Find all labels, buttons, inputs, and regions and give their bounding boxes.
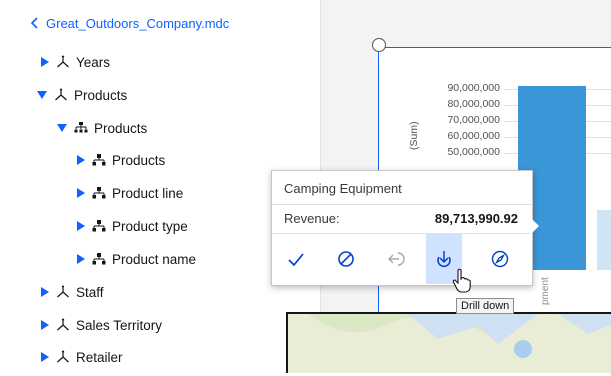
- tree-item-products[interactable]: Products: [36, 85, 127, 105]
- drill-down-tooltip: Drill down: [456, 298, 515, 314]
- map-graphic: [288, 314, 611, 373]
- dimension-icon: [57, 350, 69, 363]
- tree-item-product-name[interactable]: Product name: [76, 249, 196, 269]
- data-point-popover: Camping Equipment Revenue: 89,713,990.92: [271, 170, 539, 286]
- level-icon: [92, 187, 106, 199]
- popover-pointer: [530, 217, 539, 235]
- tree-item-label: Product type: [112, 218, 188, 234]
- tree-item-label: Retailer: [76, 349, 123, 365]
- y-tick-label: 80,000,000: [447, 98, 500, 110]
- keep-only-button[interactable]: [278, 234, 314, 284]
- tree-item-retailer[interactable]: Retailer: [40, 347, 123, 367]
- drill-up-button[interactable]: [378, 234, 414, 284]
- navigate-button[interactable]: [482, 234, 518, 284]
- exclude-icon: [338, 251, 354, 267]
- caret-right-icon[interactable]: [40, 286, 50, 298]
- popover-measure-value: 89,713,990.92: [434, 211, 518, 226]
- caret-down-icon[interactable]: [56, 123, 68, 133]
- tree-item-label: Years: [76, 54, 111, 70]
- y-tick-label: 50,000,000: [447, 146, 500, 158]
- drill-down-icon: [437, 251, 451, 267]
- caret-right-icon[interactable]: [76, 154, 86, 166]
- check-icon: [288, 253, 304, 267]
- dimension-icon: [55, 88, 67, 101]
- caret-right-icon[interactable]: [76, 220, 86, 232]
- resize-handle[interactable]: [372, 38, 386, 52]
- dimension-icon: [57, 318, 69, 331]
- y-axis-label: (Sum): [408, 121, 420, 150]
- tree-item-label: Product line: [112, 185, 184, 201]
- tree-item-label: Product name: [112, 251, 197, 267]
- popover-measure-label: Revenue:: [284, 211, 340, 226]
- tree-item-label: Sales Territory: [76, 317, 163, 333]
- caret-right-icon[interactable]: [76, 253, 86, 265]
- tree-item-years[interactable]: Years: [40, 52, 110, 72]
- back-to-source-link[interactable]: Great_Outdoors_Company.mdc: [28, 14, 229, 32]
- x-category-label: pment: [540, 277, 551, 305]
- y-tick-label: 60,000,000: [447, 130, 500, 142]
- y-tick-label: 70,000,000: [447, 114, 500, 126]
- tree-item-label: Staff: [76, 284, 104, 300]
- drill-up-icon: [388, 252, 405, 266]
- exclude-button[interactable]: [328, 234, 364, 284]
- tree-item-label: Products: [94, 120, 148, 136]
- source-name: Great_Outdoors_Company.mdc: [46, 15, 230, 31]
- level-icon: [92, 253, 106, 265]
- caret-right-icon[interactable]: [40, 319, 50, 331]
- tree-item-label: Products: [74, 87, 128, 103]
- chevron-left-icon: [30, 17, 38, 29]
- tree-item-level-products[interactable]: Products: [76, 150, 165, 170]
- dimension-icon: [57, 55, 69, 68]
- dimension-icon: [57, 285, 69, 298]
- map-widget[interactable]: [286, 312, 611, 373]
- caret-right-icon[interactable]: [76, 187, 86, 199]
- tree-item-staff[interactable]: Staff: [40, 282, 104, 302]
- y-tick-label: 90,000,000: [447, 82, 500, 94]
- hierarchy-icon: [74, 122, 88, 133]
- popover-title: Camping Equipment: [284, 181, 402, 196]
- compass-icon: [491, 250, 509, 268]
- tree-item-product-line[interactable]: Product line: [76, 183, 183, 203]
- hand-pointer-cursor-icon: [452, 268, 471, 293]
- tree-item-sales-territory[interactable]: Sales Territory: [40, 315, 162, 335]
- tree-item-products-hierarchy[interactable]: Products: [56, 118, 147, 138]
- chart-bar[interactable]: [597, 210, 611, 270]
- divider: [272, 204, 532, 205]
- caret-down-icon[interactable]: [36, 90, 48, 100]
- level-icon: [92, 154, 106, 166]
- caret-right-icon[interactable]: [40, 351, 50, 363]
- caret-right-icon[interactable]: [40, 56, 50, 68]
- tree-item-product-type[interactable]: Product type: [76, 216, 188, 236]
- tree-item-label: Products: [112, 152, 166, 168]
- level-icon: [92, 220, 106, 232]
